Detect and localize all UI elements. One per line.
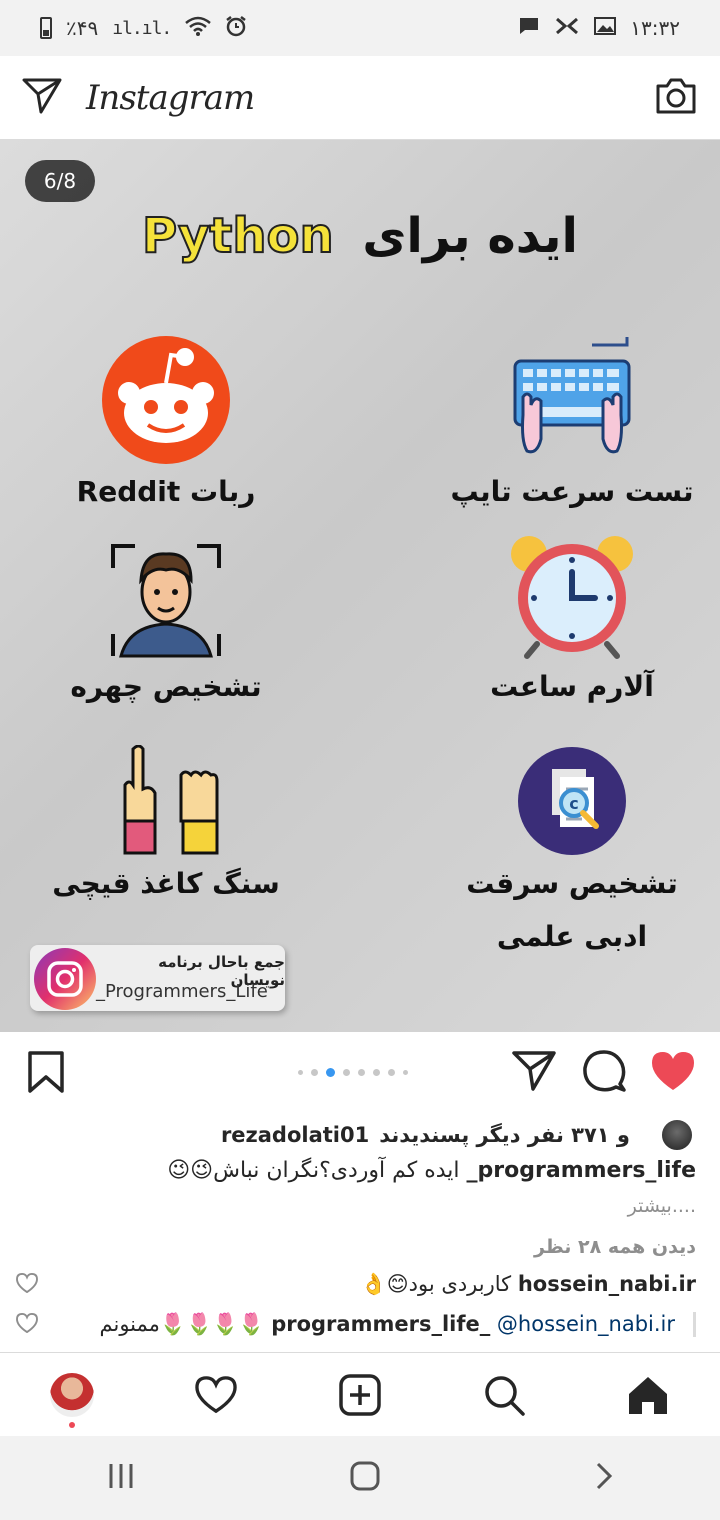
bookmark-icon[interactable] [26,1050,66,1098]
idea-label: تست سرعت تایپ [450,475,694,508]
brand-badge: جمع باحال برنامه نویسان _Programmers_Lif… [30,945,285,1011]
comment-row: programmers_life_ @hossein_nabi.ir 🌷🌷🌷🌷م… [16,1312,696,1337]
alarm-clock-icon [511,536,633,659]
reply-text: 🌷🌷🌷🌷ممنونم [99,1312,265,1336]
reply-body: programmers_life_ @hossein_nabi.ir 🌷🌷🌷🌷م… [100,1312,696,1337]
reply-mention[interactable]: @hossein_nabi.ir [497,1312,675,1336]
notification-dot [69,1421,75,1428]
back-icon[interactable] [594,1461,614,1495]
direct-message-icon[interactable] [22,77,62,119]
reddit-icon [102,336,230,464]
caption-more-link[interactable]: ....بیشتر [628,1195,696,1217]
idea-label: آلارم ساعت [490,670,654,703]
comment-text: کاربردی بود😊👌 [360,1272,512,1296]
hand-gestures-icon [123,745,219,855]
comment-like-icon[interactable] [16,1272,38,1297]
caption-username[interactable]: programmers_life_ [467,1158,696,1183]
status-left: ٪۴۹ ıl.ıl. [40,15,247,42]
nav-search[interactable] [464,1360,544,1430]
comment-row: hossein_nabi.ir کاربردی بود😊👌 [16,1272,696,1297]
message-icon [518,16,540,41]
app-icon [554,16,580,41]
comment-icon[interactable] [582,1050,626,1098]
camera-icon[interactable] [654,76,698,120]
comment-body: hossein_nabi.ir کاربردی بود😊👌 [361,1272,696,1297]
gallery-icon [594,16,617,41]
like-heart-icon[interactable] [650,1050,696,1096]
idea-label: ربات Reddit [76,475,256,508]
instagram-logo: Instagram [86,77,255,118]
likes-count-text[interactable]: و ۳۷۱ نفر دیگر پسندیدند [379,1123,630,1147]
idea-reddit-bot: ربات Reddit [16,335,316,518]
comment-like-icon[interactable] [16,1312,38,1337]
battery-icon [40,17,52,39]
carousel-dots [298,1068,408,1077]
nav-activity[interactable] [176,1360,256,1430]
post-title: Python ایده برای [0,207,720,265]
wifi-icon [185,16,212,41]
nav-home[interactable] [608,1360,688,1430]
carousel-dot [403,1070,408,1075]
face-scan-icon [111,544,221,658]
post-title-text: ایده برای [362,208,578,264]
caption-text: ایده کم آوردی؟نگران نباش😉😉 [167,1158,460,1183]
profile-avatar [50,1372,94,1417]
liker-avatar [660,1118,694,1152]
add-post-icon [339,1373,381,1416]
document-search-icon: c [518,747,626,855]
app-header: Instagram [0,56,720,140]
idea-label: سنگ کاغذ قیچی [52,867,280,900]
reply-username[interactable]: programmers_life_ [271,1312,490,1336]
nav-new-post[interactable] [320,1360,400,1430]
carousel-dot [388,1069,395,1076]
carousel-dot [373,1069,380,1076]
status-right: ۱۳:۳۲ [518,16,680,41]
keyboard-icon [513,337,631,454]
view-all-comments-link[interactable]: دیدن همه ۲۸ نظر [534,1236,696,1258]
post-title-python: Python [141,207,335,265]
nav-profile[interactable] [32,1360,112,1430]
heart-outline-icon [195,1375,237,1413]
carousel-counter: 6/8 [25,160,95,202]
status-bar: ٪۴۹ ıl.ıl. ۱۳:۳۲ [0,0,720,56]
idea-face-detection: تشخیص چهره [16,540,316,713]
battery-level: ٪۴۹ [66,16,99,40]
signal-icon: ıl.ıl. [112,17,172,39]
liked-by-username[interactable]: rezadolati01 [221,1123,369,1147]
post-caption: programmers_life_ ایده کم آوردی؟نگران نب… [16,1158,696,1183]
idea-rock-paper-scissors: سنگ کاغذ قیچی [16,745,316,910]
post-actions [0,1032,720,1114]
carousel-dot [298,1070,303,1075]
system-nav-bar [0,1436,720,1520]
idea-label: تشخیص چهره [70,670,262,703]
idea-alarm-clock: آلارم ساعت [422,532,720,713]
bottom-nav [0,1352,720,1436]
search-icon [485,1375,525,1416]
recent-apps-icon[interactable] [106,1462,136,1494]
carousel-dot [326,1068,335,1077]
share-icon[interactable] [512,1050,556,1096]
post-image[interactable]: 6/8 Python ایده برای ربات Reddit تست سرع… [0,140,720,1032]
carousel-dot [311,1069,318,1076]
home-button-icon[interactable] [349,1460,381,1496]
carousel-dot [343,1069,350,1076]
idea-typing-test: تست سرعت تایپ [422,335,720,518]
home-icon [629,1376,667,1414]
comment-username[interactable]: hossein_nabi.ir [518,1272,696,1296]
brand-handle: _Programmers_Life [96,981,268,1002]
alarm-icon [225,15,247,42]
clock-time: ۱۳:۳۲ [630,16,680,40]
idea-label: ادبی علمی [496,920,648,954]
instagram-brand-icon [34,948,96,1010]
svg-text:c: c [569,794,578,813]
carousel-dot [358,1069,365,1076]
idea-plagiarism-detection: c تشخیص سرقت ادبی علمی [422,745,720,963]
idea-label: تشخیص سرقت [466,867,678,900]
likes-row: rezadolati01 و ۳۷۱ نفر دیگر پسندیدند [24,1116,694,1154]
